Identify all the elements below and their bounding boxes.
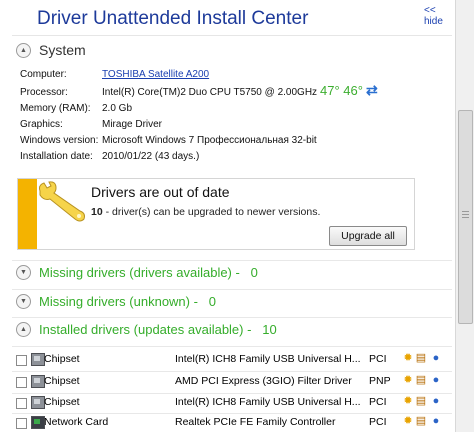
- processor-value: Intel(R) Core(TM)2 Duo CPU T5750 @ 2.00G…: [102, 87, 318, 98]
- group-label: Missing drivers (unknown) -: [39, 294, 198, 309]
- upgrade-all-button[interactable]: Upgrade all: [329, 226, 407, 246]
- install-date-value: 2010/01/22 (43 days.): [102, 151, 200, 162]
- memory-value: 2.0 Gb: [102, 103, 133, 114]
- group-installed-updates[interactable]: ▲ Installed drivers (updates available) …: [16, 322, 277, 337]
- driver-category: Chipset: [44, 396, 80, 408]
- group-missing-available[interactable]: ▼ Missing drivers (drivers available) - …: [16, 265, 258, 280]
- driver-checkbox[interactable]: [16, 398, 27, 409]
- network-card-icon: [31, 416, 45, 429]
- driver-category: Network Card: [44, 416, 109, 428]
- vertical-scrollbar[interactable]: [455, 0, 474, 432]
- system-title: System: [39, 42, 86, 58]
- alert-title: Drivers are out of date: [91, 184, 230, 200]
- chip-icon: [31, 375, 45, 388]
- driver-bus: PCI: [369, 396, 387, 408]
- chip-icon: [31, 396, 45, 409]
- driver-name: AMD PCI Express (3GIO) Filter Driver: [175, 375, 352, 387]
- driver-info-icon[interactable]: ▤: [415, 374, 427, 386]
- memory-label: Memory (RAM):: [20, 103, 91, 114]
- driver-checkbox[interactable]: [16, 377, 27, 388]
- expand-icon[interactable]: ▼: [16, 265, 31, 280]
- hide-link[interactable]: << hide: [424, 5, 452, 27]
- driver-bus: PCI: [369, 353, 387, 365]
- processor-label: Processor:: [20, 87, 68, 98]
- divider: [12, 346, 452, 347]
- gear-icon[interactable]: ✹: [402, 395, 414, 407]
- group-label: Installed drivers (updates available) -: [39, 322, 252, 337]
- driver-info-icon[interactable]: ▤: [415, 352, 427, 364]
- title-divider: [12, 35, 452, 36]
- group-missing-unknown[interactable]: ▼ Missing drivers (unknown) - 0: [16, 294, 216, 309]
- outdated-count: 10: [91, 206, 103, 218]
- driver-name: Intel(R) ICH8 Family USB Universal H...: [175, 396, 361, 408]
- driver-checkbox[interactable]: [16, 355, 27, 366]
- driver-row[interactable]: Chipset Intel(R) ICH8 Family USB Univers…: [12, 350, 452, 370]
- driver-row[interactable]: Chipset Intel(R) ICH8 Family USB Univers…: [12, 393, 452, 413]
- expand-icon[interactable]: ▼: [16, 294, 31, 309]
- system-section-header[interactable]: ▲ System: [16, 42, 86, 58]
- collapse-icon[interactable]: ▲: [16, 42, 31, 58]
- app-title: Driver Unattended Install Center: [37, 8, 309, 29]
- driver-info-icon[interactable]: ▤: [415, 395, 427, 407]
- group-count: 10: [262, 322, 277, 337]
- group-count: 0: [250, 265, 258, 280]
- scrollbar-thumb[interactable]: [458, 110, 473, 324]
- collapse-icon[interactable]: ▲: [16, 322, 31, 337]
- install-date-label: Installation date:: [20, 151, 93, 162]
- driver-row[interactable]: Chipset AMD PCI Express (3GIO) Filter Dr…: [12, 372, 452, 392]
- driver-name: Intel(R) ICH8 Family USB Universal H...: [175, 353, 361, 365]
- chip-icon: [31, 353, 45, 366]
- gear-icon[interactable]: ✹: [402, 352, 414, 364]
- wrench-icon: [39, 181, 85, 222]
- driver-bus: PCI: [369, 416, 387, 428]
- globe-icon[interactable]: ●: [430, 415, 442, 427]
- driver-category: Chipset: [44, 375, 80, 387]
- driver-row[interactable]: Network Card Realtek PCIe FE Family Cont…: [12, 413, 452, 433]
- grip-line: [462, 217, 469, 218]
- divider: [12, 289, 452, 290]
- computer-link[interactable]: TOSHIBA Satellite A200: [102, 69, 209, 80]
- windows-label: Windows version:: [20, 135, 99, 146]
- gear-icon[interactable]: ✹: [402, 374, 414, 386]
- driver-name: Realtek PCIe FE Family Controller: [175, 416, 336, 428]
- globe-icon[interactable]: ●: [430, 374, 442, 386]
- grip-line: [462, 211, 469, 212]
- alert-message-text: - driver(s) can be upgraded to newer ver…: [102, 206, 321, 218]
- grip-line: [462, 214, 469, 215]
- globe-icon[interactable]: ●: [430, 395, 442, 407]
- group-count: 0: [208, 294, 217, 309]
- windows-value: Microsoft Windows 7 Профессиональная 32-…: [102, 135, 317, 146]
- cpu-temperature: 47° 46°: [320, 83, 363, 98]
- gear-icon[interactable]: ✹: [402, 415, 414, 427]
- outdated-drivers-alert: Drivers are out of date 10 - driver(s) c…: [17, 178, 415, 250]
- driver-bus: PNP: [369, 375, 391, 387]
- driver-info-icon[interactable]: ▤: [415, 415, 427, 427]
- divider: [12, 317, 452, 318]
- driver-center-window: Driver Unattended Install Center << hide…: [4, 0, 452, 432]
- globe-icon[interactable]: ●: [430, 352, 442, 364]
- divider: [12, 260, 452, 261]
- refresh-icon[interactable]: ⇄: [366, 82, 378, 99]
- graphics-value: Mirage Driver: [102, 119, 163, 130]
- driver-category: Chipset: [44, 353, 80, 365]
- alert-message: 10 - driver(s) can be upgraded to newer …: [91, 206, 320, 218]
- graphics-label: Graphics:: [20, 119, 63, 130]
- group-label: Missing drivers (drivers available) -: [39, 265, 240, 280]
- computer-label: Computer:: [20, 69, 67, 80]
- driver-checkbox[interactable]: [16, 418, 27, 429]
